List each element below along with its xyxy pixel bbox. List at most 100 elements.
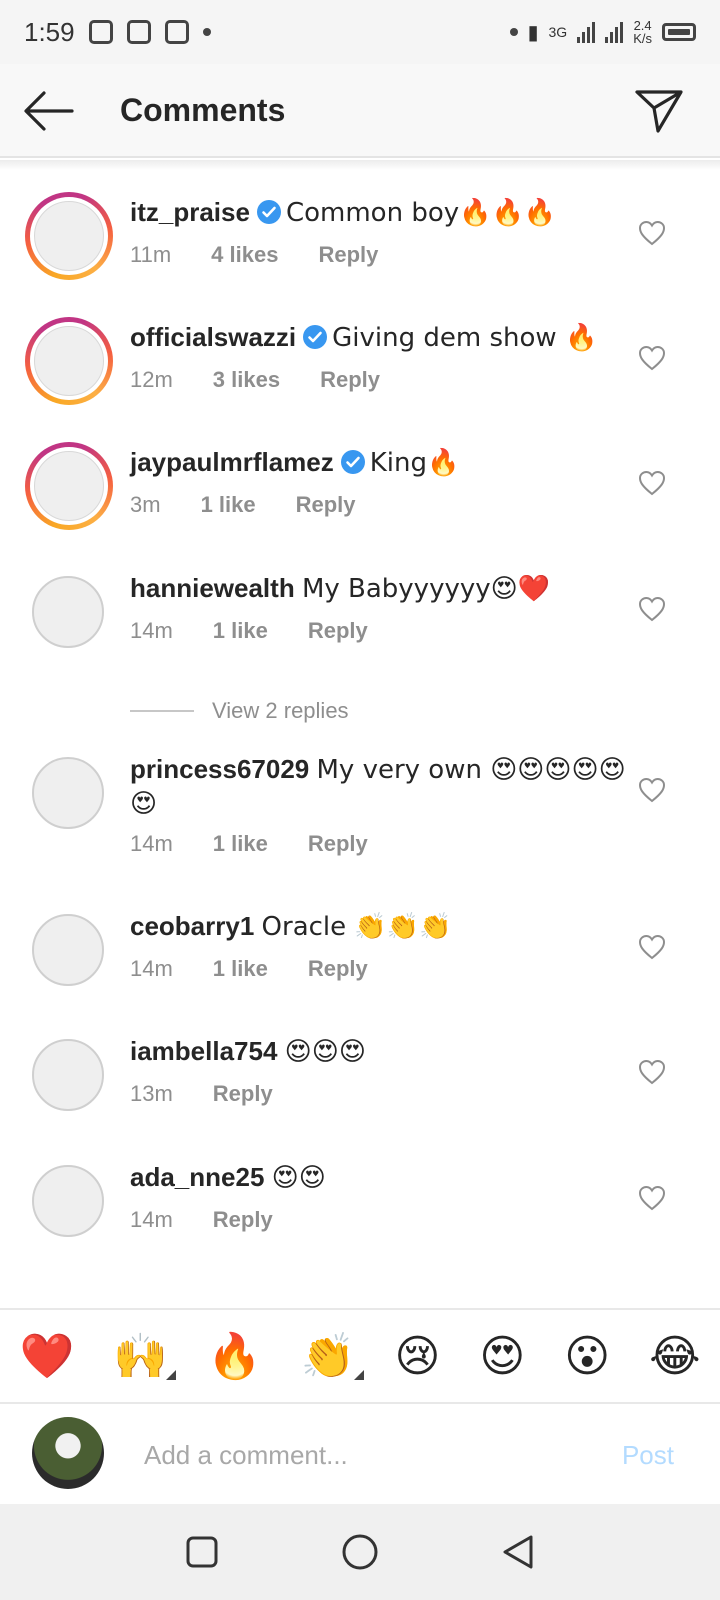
username[interactable]: hanniewealth	[130, 573, 295, 603]
verified-badge-icon	[303, 325, 328, 349]
net-speed: 2.4 K/s	[633, 19, 652, 45]
comment-input[interactable]	[142, 1432, 586, 1478]
likes-count[interactable]: 4 likes	[211, 242, 278, 268]
comment-meta: 13m Reply	[130, 1081, 273, 1107]
avatar[interactable]	[25, 442, 113, 530]
reply-button[interactable]: Reply	[318, 242, 378, 268]
system-nav-bar	[0, 1504, 720, 1600]
username[interactable]: officialswazzi	[130, 322, 296, 352]
reply-button[interactable]: Reply	[213, 1207, 273, 1233]
comment-body: King🔥	[369, 448, 460, 478]
comment-text: officialswazzi Giving dem show 🔥	[130, 321, 630, 355]
avatar[interactable]	[32, 914, 104, 986]
surprised-face-emoji-button[interactable]: 😮	[564, 1331, 610, 1382]
heart-icon[interactable]	[638, 1059, 666, 1085]
username[interactable]: ceobarry1	[130, 911, 254, 941]
sync-icon	[88, 20, 113, 44]
comment-meta: 14m 1 like Reply	[130, 956, 368, 982]
heart-icon[interactable]	[638, 934, 666, 960]
verified-badge-icon	[340, 450, 365, 474]
avatar[interactable]	[32, 1039, 104, 1111]
clapping-hands-emoji-button[interactable]: 👏	[301, 1330, 364, 1382]
comment-time: 11m	[130, 242, 172, 267]
status-bar: 1:59 ▮ 3G 2.4 K/s	[0, 0, 720, 64]
heart-icon[interactable]	[638, 1185, 666, 1211]
reply-button[interactable]: Reply	[320, 367, 380, 393]
comments-header: Comments	[0, 64, 720, 158]
comment-composer: Post	[0, 1404, 720, 1504]
header-divider	[0, 160, 720, 170]
reply-button[interactable]: Reply	[213, 1081, 273, 1107]
view-replies-label: View 2 replies	[212, 698, 349, 723]
comment-body: 😍😍	[271, 1163, 326, 1193]
arrow-left-icon[interactable]	[22, 89, 74, 133]
comment-meta: 14m Reply	[130, 1207, 273, 1233]
heart-icon[interactable]	[638, 220, 666, 246]
comment-body: 😍😍😍	[284, 1037, 366, 1067]
back-triangle-icon[interactable]	[501, 1534, 535, 1570]
comment-text: princess67029 My very own 😍😍😍😍😍😍	[130, 753, 630, 821]
comment-meta: 3m 1 like Reply	[130, 492, 356, 518]
username[interactable]: jaypaulmrflamez	[130, 447, 334, 477]
comment-time: 14m	[130, 831, 173, 856]
post-button[interactable]: Post	[622, 1440, 674, 1471]
replies-divider	[130, 710, 194, 712]
comment-time: 14m	[130, 1207, 173, 1232]
comment-time: 14m	[130, 618, 173, 643]
comment-time: 14m	[130, 956, 173, 981]
page-title: Comments	[120, 92, 286, 128]
laughing-tears-emoji-button[interactable]: 😂	[649, 1331, 700, 1382]
avatar[interactable]	[32, 576, 104, 648]
likes-count[interactable]: 3 likes	[213, 367, 280, 393]
likes-count[interactable]: 1 like	[213, 956, 268, 982]
heart-eyes-emoji-button[interactable]: 😍	[479, 1331, 525, 1382]
notification-dot-icon	[202, 28, 211, 36]
comment-meta: 14m 1 like Reply	[130, 831, 368, 857]
reply-button[interactable]: Reply	[296, 492, 356, 518]
heart-icon[interactable]	[638, 777, 666, 803]
heart-emoji-button[interactable]: ❤️	[19, 1330, 74, 1382]
comment-text: hanniewealth My Babyyyyyy😍❤️	[130, 572, 630, 606]
quick-reactions-bar: ❤️ 🙌 🔥 👏 😢 😍 😮 😂	[0, 1308, 720, 1404]
fire-emoji-button[interactable]: 🔥	[207, 1330, 262, 1382]
reply-button[interactable]: Reply	[308, 831, 368, 857]
dot-icon	[509, 28, 518, 36]
home-circle-icon[interactable]	[341, 1533, 379, 1571]
avatar[interactable]	[25, 317, 113, 405]
comment-text: ada_nne25 😍😍	[130, 1161, 630, 1195]
recents-square-icon[interactable]	[185, 1535, 219, 1569]
username[interactable]: iambella754	[130, 1036, 277, 1066]
signal-bars-icon-2	[605, 21, 624, 43]
verified-badge-icon	[256, 200, 281, 224]
reply-button[interactable]: Reply	[308, 956, 368, 982]
crying-face-emoji-button[interactable]: 😢	[395, 1331, 441, 1382]
comment-meta: 12m 3 likes Reply	[130, 367, 380, 393]
likes-count[interactable]: 1 like	[213, 831, 268, 857]
network-type: 3G	[548, 24, 568, 40]
paper-plane-icon[interactable]	[634, 88, 684, 134]
signal-bars-icon	[577, 21, 596, 43]
comment-meta: 14m 1 like Reply	[130, 618, 368, 644]
comment-body: My Babyyyyyy😍❤️	[301, 574, 551, 604]
clock: 1:59	[24, 16, 75, 47]
username[interactable]: ada_nne25	[130, 1162, 264, 1192]
likes-count[interactable]: 1 like	[201, 492, 256, 518]
avatar[interactable]	[32, 757, 104, 829]
reply-button[interactable]: Reply	[308, 618, 368, 644]
avatar[interactable]	[32, 1165, 104, 1237]
comment-body: Oracle 👏👏👏	[261, 912, 452, 942]
comment-text: iambella754 😍😍😍	[130, 1035, 630, 1069]
heart-icon[interactable]	[638, 470, 666, 496]
sync-icon-2	[126, 20, 151, 44]
heart-icon[interactable]	[638, 596, 666, 622]
view-replies-button[interactable]: View 2 replies	[130, 698, 349, 724]
username[interactable]: princess67029	[130, 754, 309, 784]
username[interactable]: itz_praise	[130, 197, 250, 227]
vibrate-icon: ▮	[527, 21, 539, 44]
net-speed-unit: K/s	[633, 31, 652, 46]
avatar[interactable]	[25, 192, 113, 280]
radio-icon	[164, 20, 189, 44]
raised-hands-emoji-button[interactable]: 🙌	[113, 1330, 176, 1382]
likes-count[interactable]: 1 like	[213, 618, 268, 644]
heart-icon[interactable]	[638, 345, 666, 371]
